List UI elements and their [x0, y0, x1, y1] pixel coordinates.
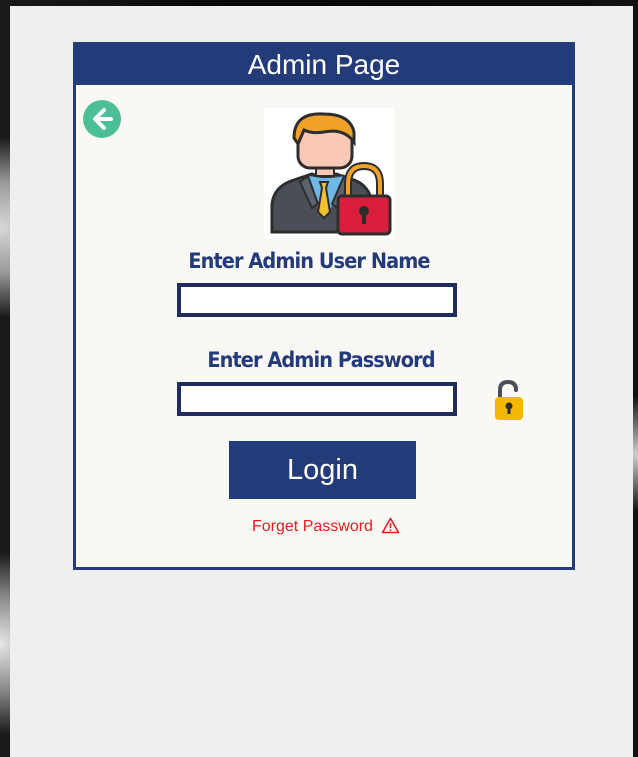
warning-icon: [382, 517, 400, 534]
open-padlock-icon: [495, 379, 523, 420]
username-input[interactable]: [177, 283, 457, 317]
admin-lock-avatar-icon: [270, 112, 392, 236]
login-button[interactable]: Login: [229, 441, 416, 499]
forget-password-label: Forget Password: [252, 518, 373, 535]
app-window: Admin Page Enter Admin User Name Enter A…: [10, 6, 633, 757]
forget-password-link[interactable]: Forget Password: [252, 517, 400, 536]
arrow-left-circle-icon: [93, 108, 113, 130]
admin-avatar: [264, 108, 394, 238]
page-title: Admin Page: [76, 45, 572, 85]
admin-login-panel: Admin Page Enter Admin User Name Enter A…: [73, 42, 575, 570]
username-label: Enter Admin User Name: [188, 249, 430, 273]
back-button[interactable]: [83, 100, 121, 138]
password-label: Enter Admin Password: [207, 348, 435, 372]
password-input[interactable]: [177, 382, 457, 416]
password-visibility-toggle[interactable]: [492, 379, 526, 422]
